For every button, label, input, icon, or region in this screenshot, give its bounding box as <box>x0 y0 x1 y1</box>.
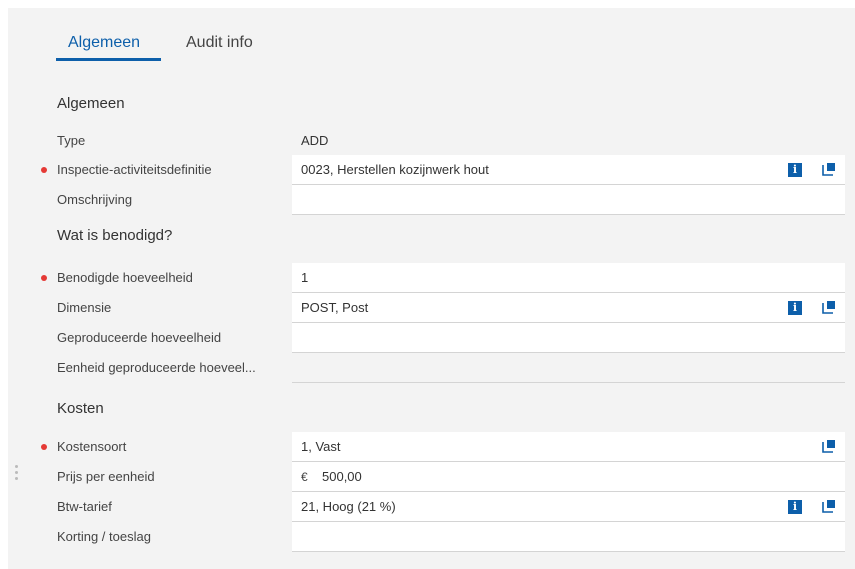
info-icon[interactable]: i <box>788 500 802 514</box>
omschrijving-field[interactable] <box>292 185 845 215</box>
info-icon[interactable]: i <box>788 163 802 177</box>
dimensie-field[interactable]: POST, Post i <box>292 293 845 323</box>
row-korting: Korting / toeslag <box>0 522 855 552</box>
omschrijving-label: Omschrijving <box>57 192 133 207</box>
currency-prefix: € <box>301 470 308 484</box>
geproduceerd-label: Geproduceerde hoeveelheid <box>57 330 222 345</box>
dimensie-label: Dimensie <box>57 300 112 315</box>
open-detail-icon[interactable] <box>822 162 836 176</box>
type-field: ADD <box>292 126 845 155</box>
korting-field[interactable] <box>292 522 845 552</box>
required-indicator <box>41 444 47 450</box>
eenheid-field <box>292 353 845 383</box>
inspectie-label: Inspectie-activiteitsdefinitie <box>57 162 212 177</box>
section-title-kosten: Kosten <box>57 400 104 417</box>
info-icon[interactable]: i <box>788 301 802 315</box>
prijs-label: Prijs per eenheid <box>57 469 155 484</box>
inspectie-field[interactable]: 0023, Herstellen kozijnwerk hout i <box>292 155 845 185</box>
row-prijs: Prijs per eenheid € 500,00 <box>0 462 855 492</box>
open-detail-icon[interactable] <box>822 439 836 453</box>
prijs-value: 500,00 <box>322 469 362 484</box>
section-title-algemeen: Algemeen <box>57 95 125 112</box>
type-value: ADD <box>301 133 329 148</box>
tab-audit-info[interactable]: Audit info <box>186 34 253 52</box>
kostensoort-label: Kostensoort <box>57 439 127 454</box>
row-dimensie: Dimensie POST, Post i <box>0 293 855 323</box>
resize-handle[interactable] <box>15 465 19 483</box>
korting-label: Korting / toeslag <box>57 529 151 544</box>
kostensoort-field[interactable]: 1, Vast <box>292 432 845 462</box>
inspectie-value: 0023, Herstellen kozijnwerk hout <box>301 162 489 177</box>
row-eenheid: Eenheid geproduceerde hoeveel... <box>0 353 855 383</box>
btw-field[interactable]: 21, Hoog (21 %) i <box>292 492 845 522</box>
open-detail-icon[interactable] <box>822 499 836 513</box>
kostensoort-value: 1, Vast <box>301 439 341 454</box>
open-detail-icon[interactable] <box>822 300 836 314</box>
row-btw: Btw-tarief 21, Hoog (21 %) i <box>0 492 855 522</box>
section-title-benodigd: Wat is benodigd? <box>57 227 173 244</box>
hoeveelheid-label: Benodigde hoeveelheid <box>57 270 193 285</box>
hoeveelheid-field[interactable]: 1 <box>292 263 845 293</box>
tab-algemeen[interactable]: Algemeen <box>68 34 140 52</box>
row-geproduceerd: Geproduceerde hoeveelheid <box>0 323 855 353</box>
hoeveelheid-value: 1 <box>301 270 309 285</box>
eenheid-label: Eenheid geproduceerde hoeveel... <box>57 360 256 375</box>
row-hoeveelheid: Benodigde hoeveelheid 1 <box>0 263 855 293</box>
geproduceerd-field[interactable] <box>292 323 845 353</box>
row-omschrijving: Omschrijving <box>0 185 855 215</box>
btw-value: 21, Hoog (21 %) <box>301 499 396 514</box>
active-tab-indicator <box>56 58 161 61</box>
required-indicator <box>41 167 47 173</box>
row-inspectie: Inspectie-activiteitsdefinitie 0023, Her… <box>0 155 855 185</box>
prijs-field[interactable]: € 500,00 <box>292 462 845 492</box>
row-kostensoort: Kostensoort 1, Vast <box>0 432 855 462</box>
dimensie-value: POST, Post <box>301 300 369 315</box>
type-label: Type <box>57 133 86 148</box>
btw-label: Btw-tarief <box>57 499 112 514</box>
required-indicator <box>41 275 47 281</box>
row-type: Type ADD <box>0 126 855 156</box>
